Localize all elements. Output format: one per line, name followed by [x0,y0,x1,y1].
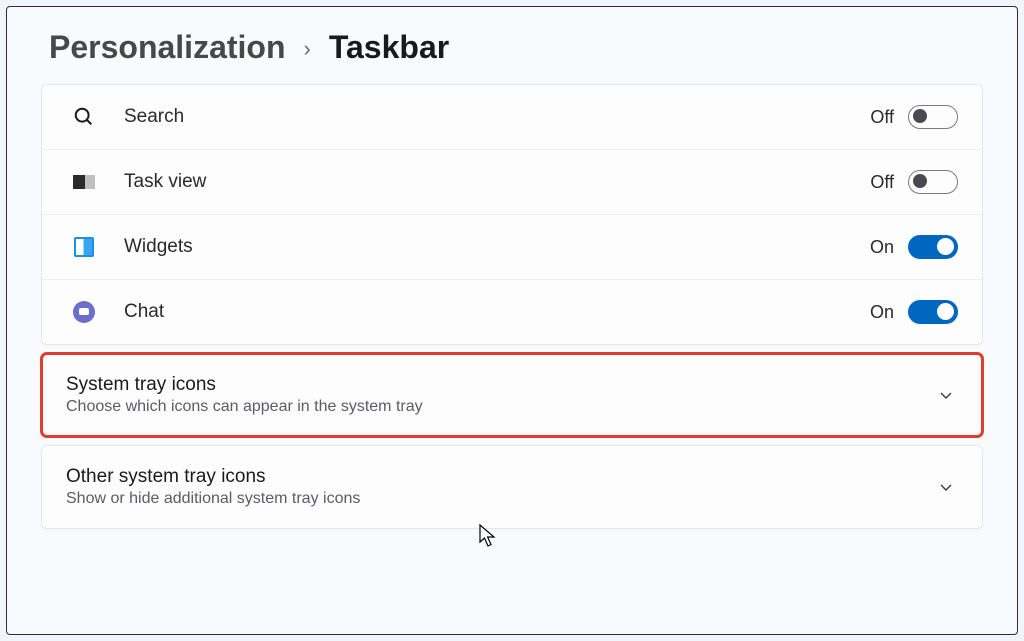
search-toggle[interactable] [908,105,958,129]
toggle-state-label: On [870,302,894,323]
breadcrumb-current: Taskbar [329,29,449,66]
taskbar-item-label: Task view [124,171,206,193]
system-tray-icons-expander[interactable]: System tray icons Choose which icons can… [41,353,983,437]
taskbar-item-label: Search [124,106,184,128]
expander-title: System tray icons [66,374,423,396]
taskbar-item-chat: Chat On [42,280,982,344]
breadcrumb: Personalization › Taskbar [41,29,983,66]
taskbar-item-taskview: Task view Off [42,150,982,215]
taskview-toggle[interactable] [908,170,958,194]
search-icon [70,106,98,128]
taskbar-item-label: Widgets [124,236,193,258]
widgets-icon [70,237,98,257]
taskbar-item-widgets: Widgets On [42,215,982,280]
toggle-state-label: On [870,237,894,258]
expander-subtitle: Choose which icons can appear in the sys… [66,398,423,416]
chevron-down-icon [938,387,954,403]
expander-subtitle: Show or hide additional system tray icon… [66,490,360,508]
breadcrumb-separator: › [304,36,311,62]
chat-toggle[interactable] [908,300,958,324]
chat-icon [70,301,98,323]
chevron-down-icon [938,479,954,495]
toggle-state-label: Off [870,172,894,193]
settings-window: Personalization › Taskbar Search Off Tas… [6,6,1018,635]
taskview-icon [70,175,98,189]
content-area: Search Off Task view Off Widgets On [41,84,983,529]
taskbar-item-search: Search Off [42,85,982,150]
taskbar-item-label: Chat [124,301,164,323]
toggle-state-label: Off [870,107,894,128]
taskbar-items-card: Search Off Task view Off Widgets On [41,84,983,345]
expander-title: Other system tray icons [66,466,360,488]
widgets-toggle[interactable] [908,235,958,259]
breadcrumb-parent[interactable]: Personalization [49,29,286,66]
other-system-tray-icons-expander[interactable]: Other system tray icons Show or hide add… [41,445,983,529]
